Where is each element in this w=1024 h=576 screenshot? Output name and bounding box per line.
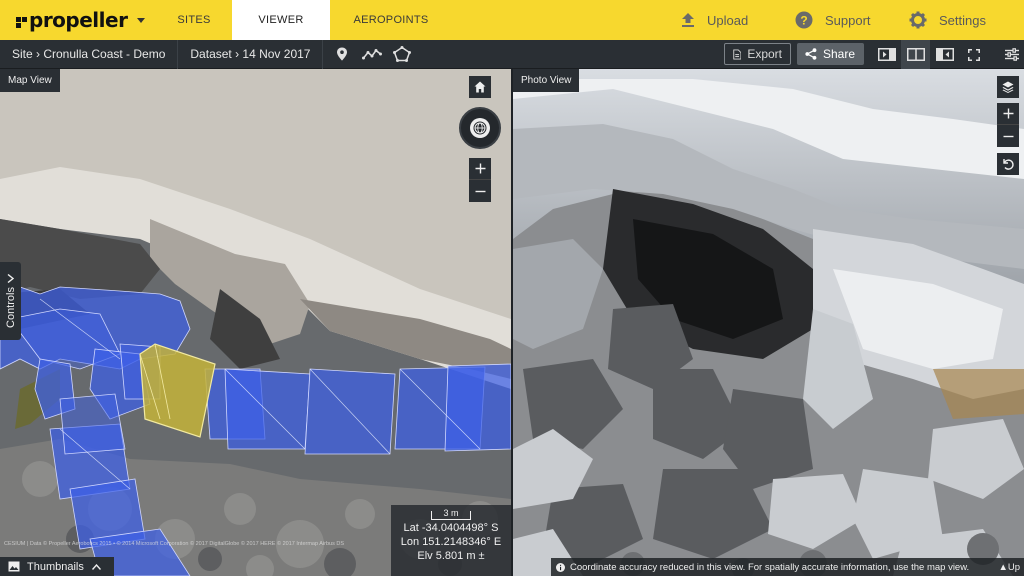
view-map-only-button[interactable]: [872, 40, 901, 69]
zoom-in-button[interactable]: [469, 158, 491, 180]
share-button[interactable]: Share: [797, 43, 864, 65]
photo-view-panel[interactable]: Photo View Coordinate accuracy reduced i…: [513, 69, 1024, 576]
map-view-panel[interactable]: Map View Controls 3 m Lat -34.0404498° S…: [0, 69, 511, 576]
tab-viewer[interactable]: VIEWER: [232, 0, 330, 40]
view-split-button[interactable]: [901, 40, 930, 69]
support-label: Support: [825, 12, 871, 28]
thumbnails-label: Thumbnails: [27, 560, 84, 573]
accuracy-notice: Coordinate accuracy reduced in this view…: [551, 558, 1024, 576]
settings-button[interactable]: Settings: [909, 11, 1024, 29]
info-icon: [556, 562, 565, 572]
minus-icon: [1003, 135, 1013, 137]
drone-photo[interactable]: [513, 69, 1024, 576]
up-button[interactable]: ▲Up: [998, 562, 1020, 573]
svg-text:?: ?: [800, 14, 807, 28]
chevron-up-icon: [91, 563, 101, 570]
longitude-value: Lon 151.2148346° E: [400, 536, 502, 548]
accuracy-notice-text: Coordinate accuracy reduced in this view…: [570, 561, 970, 573]
settings-label: Settings: [939, 12, 986, 28]
controls-drawer-tab[interactable]: Controls: [0, 262, 21, 340]
polygon-icon[interactable]: [387, 40, 417, 69]
chevron-right-icon: [7, 274, 14, 284]
latitude-value: Lat -34.0404498° S: [403, 522, 499, 534]
tab-aeropoints[interactable]: AEROPOINTS: [330, 0, 452, 40]
fullscreen-icon: [967, 48, 980, 61]
plus-icon: [475, 163, 485, 174]
elevation-value: Elv 5.801 m ±: [417, 550, 485, 562]
scale-bar: 3 m: [431, 508, 471, 520]
top-navigation-bar: propeller SITES VIEWER AEROPOINTS Upload…: [0, 0, 1024, 40]
home-icon: [474, 81, 486, 93]
share-label: Share: [823, 47, 856, 61]
map-3d-render[interactable]: [0, 69, 511, 576]
minus-icon: [475, 190, 485, 192]
view-photo-only-button[interactable]: [930, 40, 959, 69]
sliders-icon: [1004, 48, 1019, 61]
chevron-down-icon[interactable]: [137, 17, 146, 23]
plus-icon: [1003, 108, 1013, 119]
map-view-label: Map View: [0, 69, 60, 92]
photo-view-label: Photo View: [513, 69, 580, 92]
rotate-icon: [1003, 159, 1014, 170]
tab-sites[interactable]: SITES: [156, 0, 232, 40]
photo-zoom-out-button[interactable]: [997, 125, 1019, 147]
export-icon: [733, 49, 742, 59]
help-icon: ?: [795, 11, 813, 29]
logo-text: propeller: [29, 8, 128, 32]
location-pin-icon[interactable]: [327, 40, 357, 69]
propeller-logo[interactable]: propeller: [0, 0, 156, 40]
coordinates-readout: 3 m Lat -34.0404498° S Lon 151.2148346° …: [391, 505, 511, 576]
breadcrumb-dataset[interactable]: Dataset › 14 Nov 2017: [178, 39, 324, 69]
adjustments-button[interactable]: [996, 40, 1024, 69]
upload-button[interactable]: Upload: [681, 12, 795, 28]
layers-icon: [1002, 81, 1014, 93]
export-label: Export: [747, 47, 782, 61]
support-button[interactable]: ? Support: [795, 11, 909, 29]
layout-map-icon: [877, 48, 896, 61]
map-attribution: CESIUM | Data © Propeller Aerobotics 201…: [4, 541, 345, 547]
layout-photo-icon: [935, 48, 954, 61]
share-icon: [805, 48, 817, 60]
image-icon: [8, 561, 20, 572]
thumbnails-toggle[interactable]: Thumbnails: [0, 557, 114, 576]
upload-icon: [682, 13, 694, 27]
gear-icon: [909, 11, 927, 29]
polyline-icon[interactable]: [357, 40, 387, 69]
zoom-out-button[interactable]: [469, 180, 491, 202]
breadcrumb-site[interactable]: Site › Cronulla Coast - Demo: [0, 39, 179, 69]
navigation-compass[interactable]: [459, 107, 501, 149]
globe-icon: [470, 118, 490, 138]
export-button[interactable]: Export: [724, 43, 791, 65]
controls-label: Controls: [4, 287, 17, 328]
layers-button[interactable]: [997, 76, 1019, 98]
upload-label: Upload: [707, 12, 749, 28]
viewer-toolbar: Site › Cronulla Coast - Demo Dataset › 1…: [0, 39, 1024, 69]
fullscreen-button[interactable]: [959, 40, 988, 69]
layout-split-icon: [906, 48, 925, 61]
logo-mark-icon: [16, 16, 27, 28]
home-button[interactable]: [469, 76, 491, 98]
scale-label: 3 m: [443, 508, 459, 518]
photo-zoom-in-button[interactable]: [997, 103, 1019, 125]
rotate-reset-button[interactable]: [997, 153, 1019, 175]
